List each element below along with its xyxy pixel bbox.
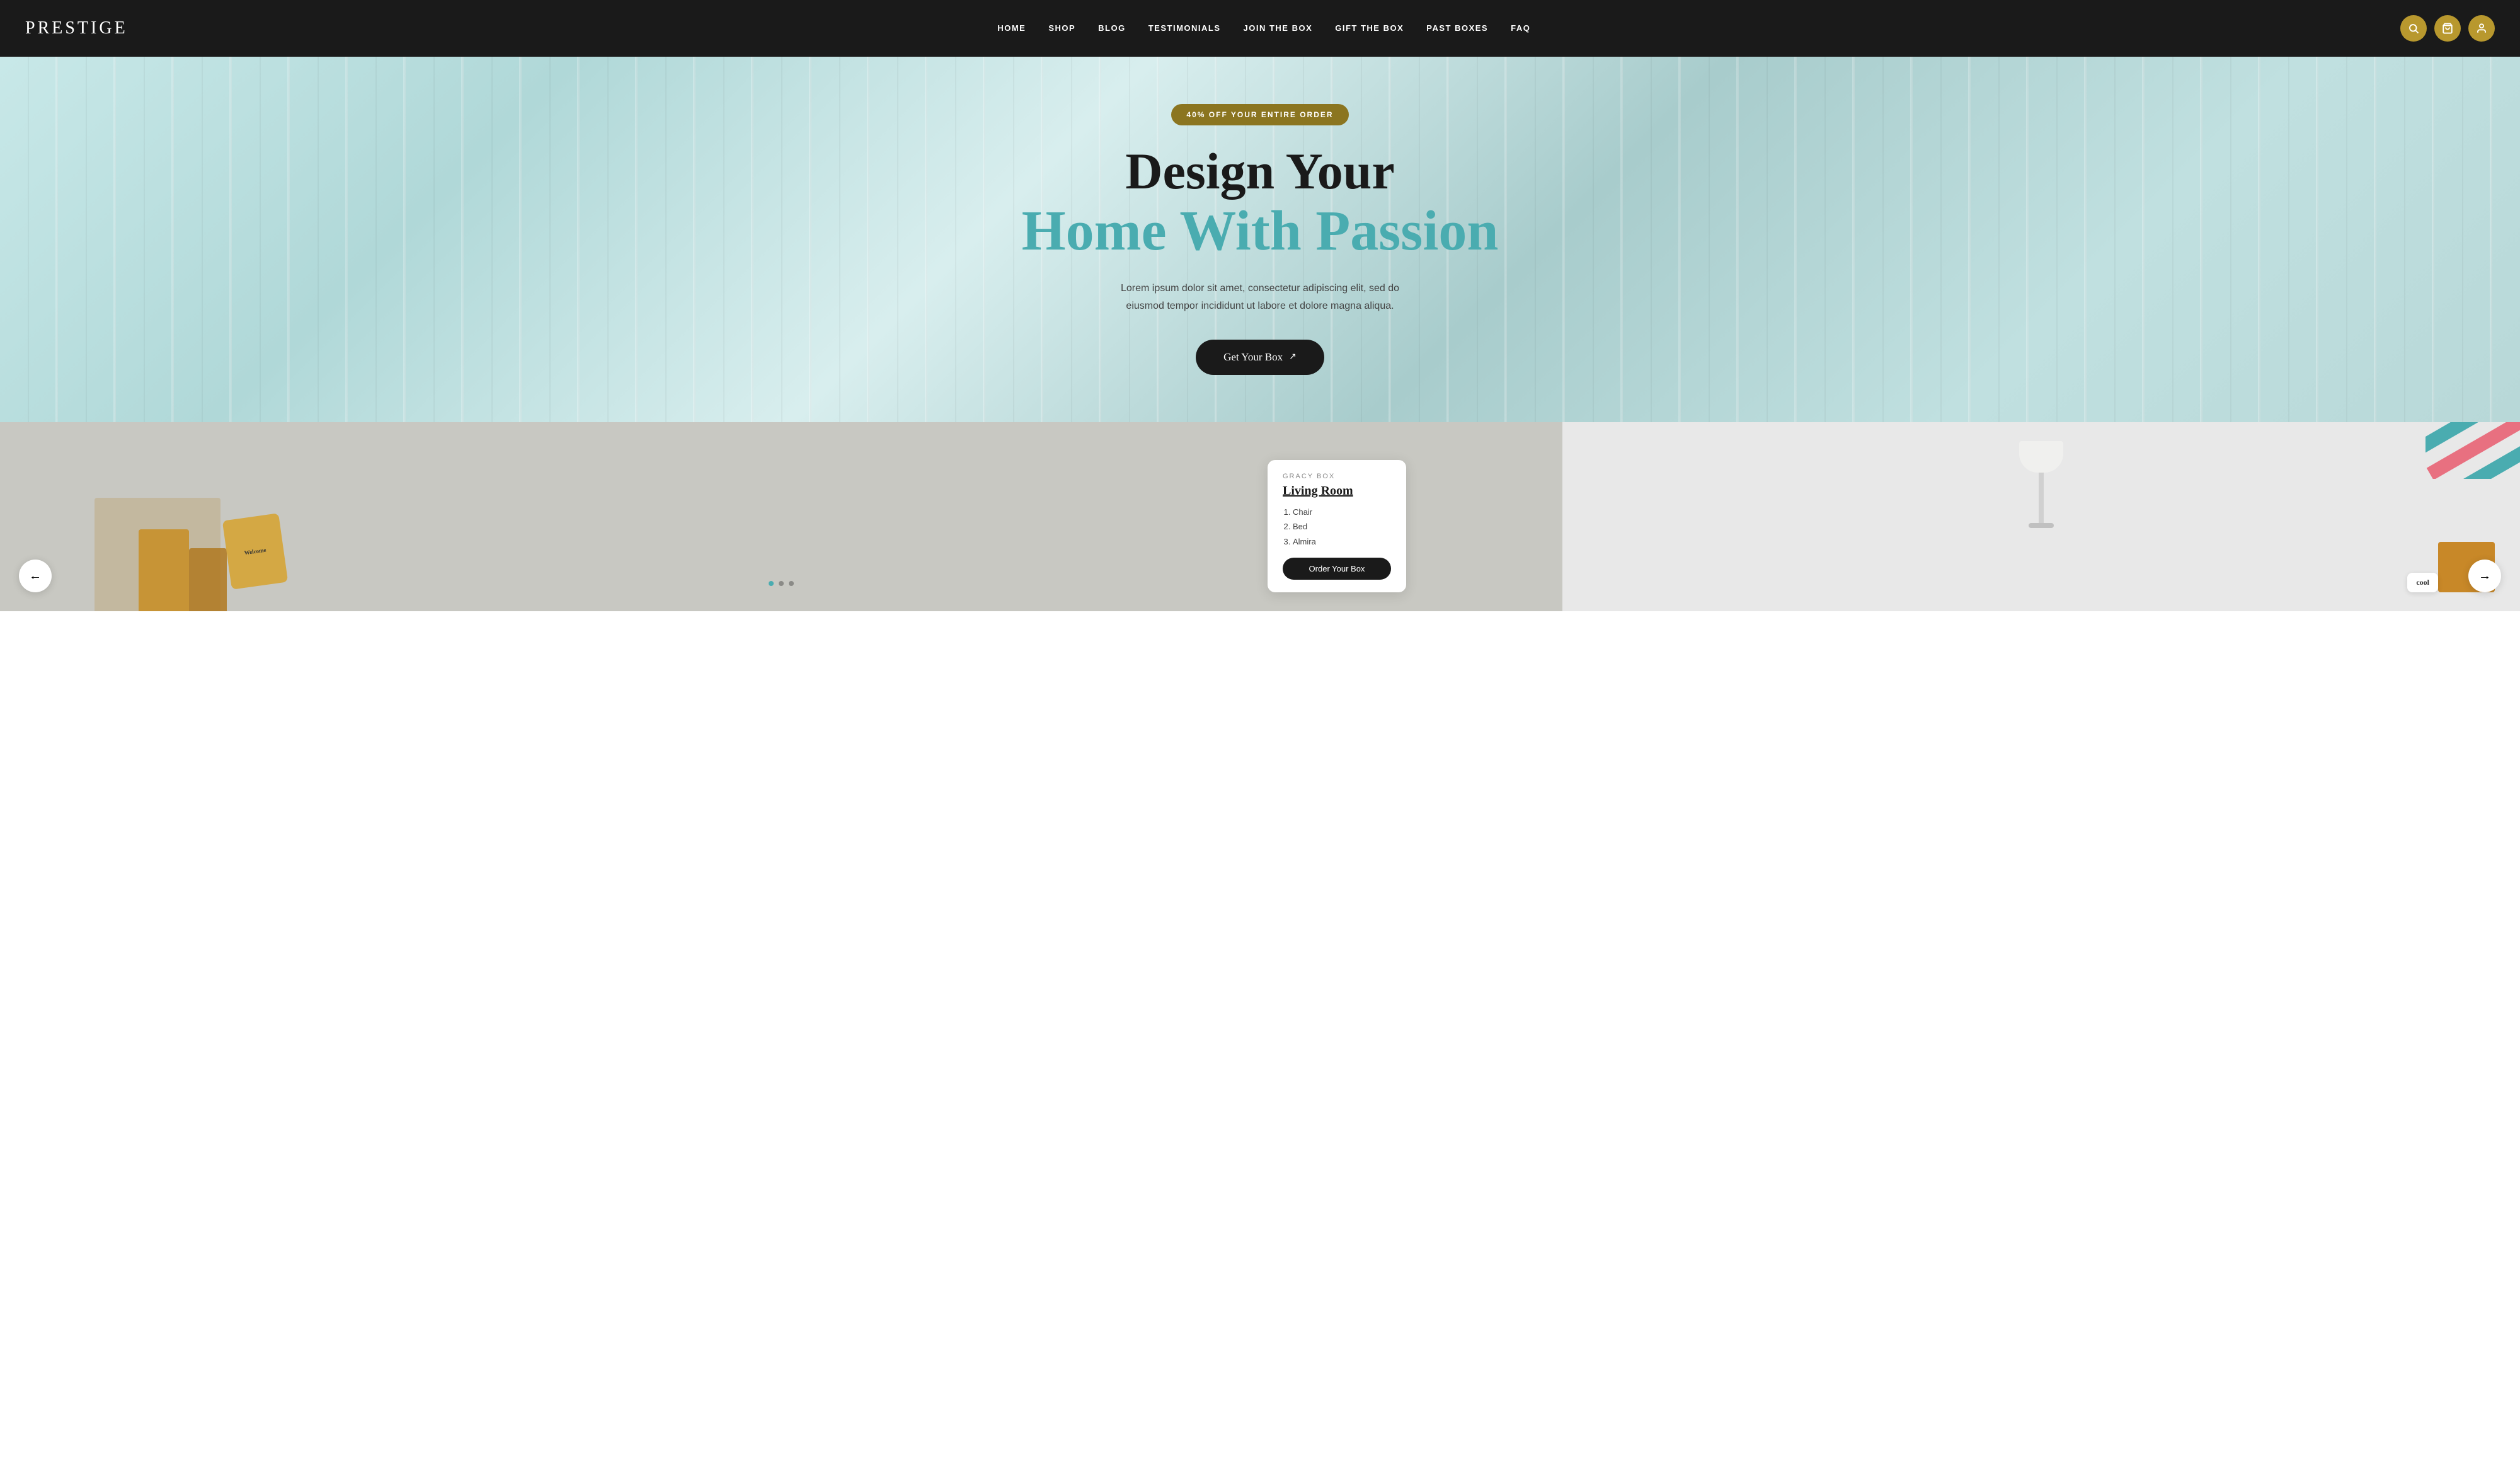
- navbar: PRESTIGE HOME SHOP BLOG TESTIMONIALS JOI…: [0, 0, 2520, 57]
- list-item: Chair: [1293, 505, 1391, 519]
- welcome-bag: Welcome: [222, 513, 288, 589]
- search-button[interactable]: [2400, 15, 2427, 42]
- user-icon: [2476, 23, 2487, 34]
- nav-item-home[interactable]: HOME: [997, 23, 1026, 34]
- hero-title-line1: Design Your: [1125, 143, 1395, 200]
- user-button[interactable]: [2468, 15, 2495, 42]
- color-strips: [2426, 422, 2520, 479]
- lamp: [2019, 441, 2063, 528]
- lamp-foot: [2029, 523, 2054, 528]
- nav-item-faq[interactable]: FAQ: [1511, 23, 1530, 34]
- product-cards-section: Welcome GRACY BOX Living Room Chair Bed …: [0, 422, 2520, 611]
- product-info-card: GRACY BOX Living Room Chair Bed Almira O…: [1268, 460, 1406, 592]
- lamp-pole: [2039, 473, 2044, 523]
- box-decor-2: [139, 529, 189, 611]
- nav-icon-group: [2400, 15, 2495, 42]
- nav-item-gift[interactable]: GIFT THE BOX: [1335, 23, 1404, 34]
- card-brand: GRACY BOX: [1283, 473, 1391, 480]
- hero-subtitle: Lorem ipsum dolor sit amet, consectetur …: [1102, 280, 1418, 314]
- lamp-shade: [2019, 441, 2063, 473]
- nav-item-shop[interactable]: SHOP: [1048, 23, 1075, 34]
- search-icon: [2408, 23, 2419, 34]
- arrow-icon: ↗: [1289, 352, 1297, 362]
- cart-button[interactable]: [2434, 15, 2461, 42]
- dot-2: [779, 581, 784, 586]
- logo[interactable]: PRESTIGE: [25, 18, 128, 38]
- nav-item-blog[interactable]: BLOG: [1098, 23, 1126, 34]
- card-title: Living Room: [1283, 484, 1391, 498]
- promo-badge: 40% OFF YOUR ENTIRE ORDER: [1171, 104, 1348, 125]
- prev-arrow-button[interactable]: ←: [19, 560, 52, 592]
- box-decor-3: [189, 548, 227, 611]
- nav-menu: HOME SHOP BLOG TESTIMONIALS JOIN THE BOX…: [997, 23, 1530, 34]
- list-item: Almira: [1293, 534, 1391, 549]
- cart-icon: [2442, 23, 2453, 34]
- nav-item-join[interactable]: JOIN THE BOX: [1244, 23, 1313, 34]
- hero-section: 40% OFF YOUR ENTIRE ORDER Design Your Ho…: [0, 57, 2520, 422]
- welcome-label: Welcome: [244, 547, 266, 556]
- hero-title-line2: Home With Passion: [1022, 200, 1499, 262]
- prev-arrow-icon: ←: [29, 569, 42, 583]
- hero-cta-label: Get Your Box: [1223, 351, 1283, 364]
- nav-item-testimonials[interactable]: TESTIMONIALS: [1148, 23, 1221, 34]
- dot-indicators: [769, 581, 794, 586]
- dot-1: [769, 581, 774, 586]
- card-right: cool →: [1562, 422, 2520, 611]
- nav-item-past[interactable]: PAST BOXES: [1426, 23, 1488, 34]
- cool-label: cool: [2407, 573, 2438, 592]
- next-arrow-button[interactable]: →: [2468, 560, 2501, 592]
- card-left: Welcome GRACY BOX Living Room Chair Bed …: [0, 422, 1562, 611]
- list-item: Bed: [1293, 519, 1391, 534]
- order-button[interactable]: Order Your Box: [1283, 558, 1391, 580]
- dot-3: [789, 581, 794, 586]
- next-arrow-icon: →: [2478, 569, 2491, 583]
- card-items-list: Chair Bed Almira: [1283, 505, 1391, 549]
- hero-cta-button[interactable]: Get Your Box ↗: [1196, 340, 1324, 375]
